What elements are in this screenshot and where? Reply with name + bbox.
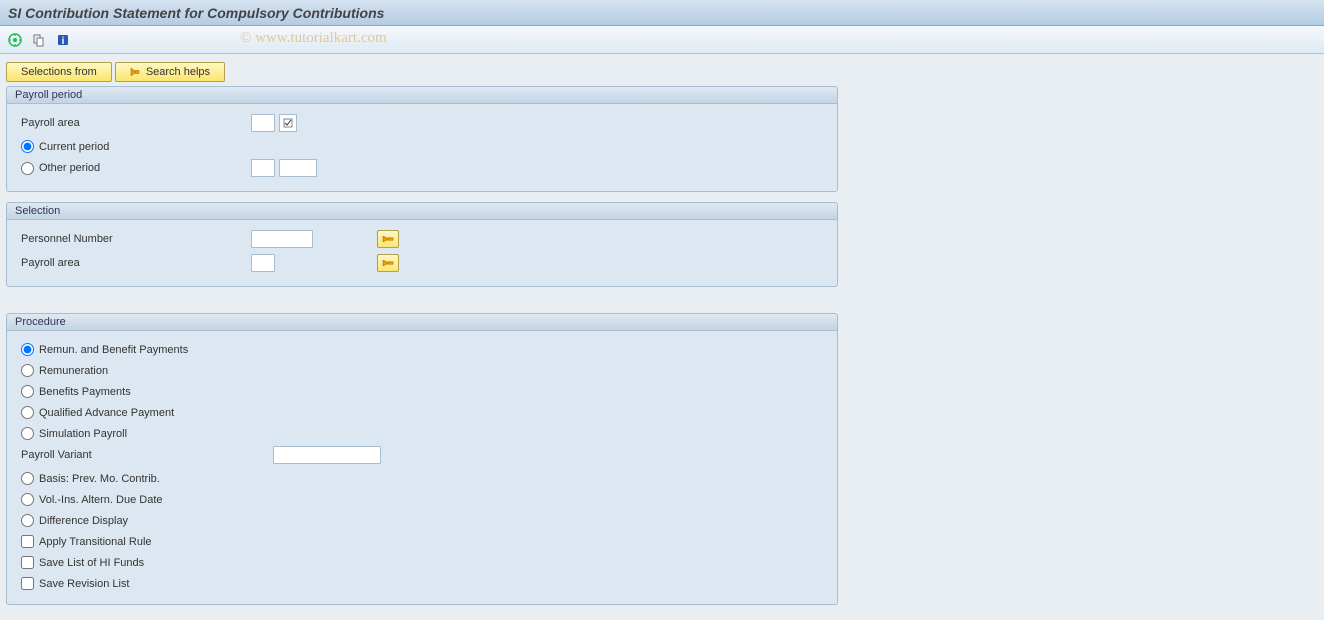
watermark-text: © www.tutorialkart.com: [240, 30, 387, 47]
benefits-payments-label: Benefits Payments: [39, 386, 131, 398]
payroll-period-group: Payroll period Payroll area Current peri…: [6, 86, 838, 192]
search-helps-label: Search helps: [146, 66, 210, 78]
qualified-advance-radio[interactable]: [21, 406, 34, 419]
selection-payroll-area-label: Payroll area: [21, 257, 251, 269]
save-hi-funds-label: Save List of HI Funds: [39, 557, 144, 569]
difference-display-radio[interactable]: [21, 514, 34, 527]
f4-help-icon[interactable]: [279, 114, 297, 132]
get-variant-icon[interactable]: [30, 31, 48, 49]
info-icon[interactable]: i: [54, 31, 72, 49]
save-revision-checkbox[interactable]: [21, 577, 34, 590]
content-area: Selections from Search helps Payroll per…: [0, 54, 1324, 620]
other-period-input-1[interactable]: [251, 159, 275, 177]
vol-ins-label: Vol.-Ins. Altern. Due Date: [39, 494, 163, 506]
execute-icon[interactable]: [6, 31, 24, 49]
arrow-right-icon: [130, 67, 140, 77]
search-helps-button[interactable]: Search helps: [115, 62, 225, 82]
personnel-number-multiselect-button[interactable]: [377, 230, 399, 248]
payroll-area-multiselect-button[interactable]: [377, 254, 399, 272]
top-button-row: Selections from Search helps: [6, 62, 1318, 82]
qualified-advance-label: Qualified Advance Payment: [39, 407, 174, 419]
svg-text:i: i: [62, 36, 65, 47]
payroll-variant-label: Payroll Variant: [21, 449, 273, 461]
application-toolbar: i © www.tutorialkart.com: [0, 26, 1324, 54]
basis-prev-mo-label: Basis: Prev. Mo. Contrib.: [39, 473, 160, 485]
title-bar: SI Contribution Statement for Compulsory…: [0, 0, 1324, 26]
page-title: SI Contribution Statement for Compulsory…: [8, 5, 384, 21]
save-revision-label: Save Revision List: [39, 578, 130, 590]
save-hi-funds-checkbox[interactable]: [21, 556, 34, 569]
payroll-area-label: Payroll area: [21, 117, 251, 129]
personnel-number-label: Personnel Number: [21, 233, 251, 245]
current-period-label: Current period: [39, 141, 109, 153]
payroll-area-input[interactable]: [251, 114, 275, 132]
apply-transitional-label: Apply Transitional Rule: [39, 536, 152, 548]
selection-payroll-area-input[interactable]: [251, 254, 275, 272]
other-period-input-2[interactable]: [279, 159, 317, 177]
current-period-radio[interactable]: [21, 140, 34, 153]
vol-ins-radio[interactable]: [21, 493, 34, 506]
selection-header: Selection: [7, 203, 837, 220]
selections-from-label: Selections from: [21, 66, 97, 78]
remuneration-radio[interactable]: [21, 364, 34, 377]
other-period-label: Other period: [39, 162, 100, 174]
other-period-radio[interactable]: [21, 162, 34, 175]
difference-display-label: Difference Display: [39, 515, 128, 527]
selections-from-button[interactable]: Selections from: [6, 62, 112, 82]
payroll-variant-input[interactable]: [273, 446, 381, 464]
simulation-payroll-radio[interactable]: [21, 427, 34, 440]
basis-prev-mo-radio[interactable]: [21, 472, 34, 485]
personnel-number-input[interactable]: [251, 230, 313, 248]
benefits-payments-radio[interactable]: [21, 385, 34, 398]
simulation-payroll-label: Simulation Payroll: [39, 428, 127, 440]
remuneration-label: Remuneration: [39, 365, 108, 377]
remun-benefit-label: Remun. and Benefit Payments: [39, 344, 188, 356]
selection-group: Selection Personnel Number Payroll area: [6, 202, 838, 287]
apply-transitional-checkbox[interactable]: [21, 535, 34, 548]
remun-benefit-radio[interactable]: [21, 343, 34, 356]
payroll-period-header: Payroll period: [7, 87, 837, 104]
procedure-group: Procedure Remun. and Benefit Payments Re…: [6, 313, 838, 605]
procedure-header: Procedure: [7, 314, 837, 331]
